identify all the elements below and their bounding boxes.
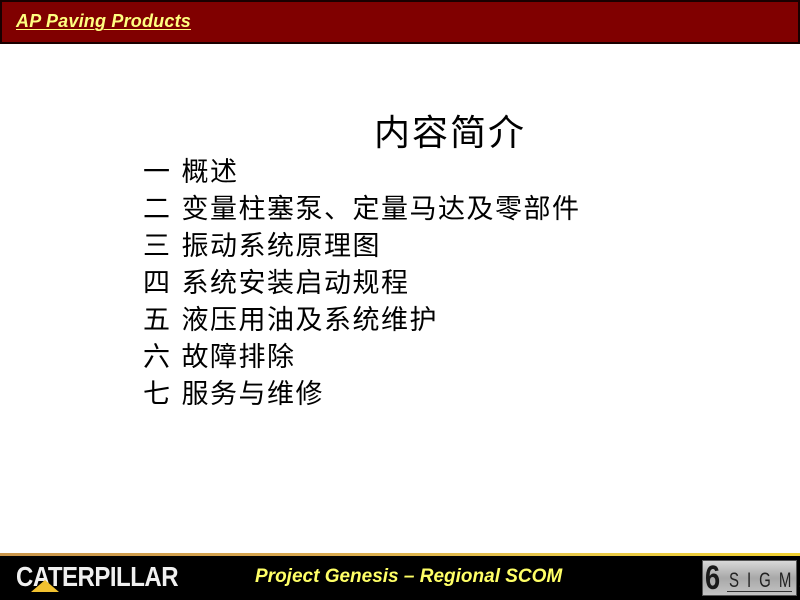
toc-item-label: 系统安装启动规程	[181, 268, 410, 299]
six-sigma-underline	[727, 591, 792, 592]
header-bar: AP Paving Products	[0, 0, 800, 44]
toc-item: 三振动系统原理图	[143, 228, 581, 265]
toc-item: 五液压用油及系统维护	[143, 302, 581, 339]
toc-item: 四系统安装启动规程	[143, 265, 581, 302]
six-sigma-logo: 6 SIGMA	[702, 559, 800, 597]
toc-item-label: 振动系统原理图	[181, 231, 381, 262]
toc-item-number: 四	[143, 268, 172, 299]
toc-item-number: 二	[143, 194, 172, 225]
toc-item-number: 五	[143, 305, 172, 336]
toc-item: 二变量柱塞泵、定量马达及零部件	[143, 191, 581, 228]
table-of-contents: 一概述 二变量柱塞泵、定量马达及零部件 三振动系统原理图 四系统安装启动规程 五…	[143, 154, 581, 413]
toc-item-label: 概述	[181, 157, 239, 188]
slide: AP Paving Products 内容简介 一概述 二变量柱塞泵、定量马达及…	[0, 0, 800, 600]
six-sigma-logo-text: SIGMA	[729, 569, 800, 593]
toc-item-label: 变量柱塞泵、定量马达及零部件	[181, 194, 581, 225]
toc-item-number: 一	[143, 157, 172, 188]
toc-item: 七服务与维修	[143, 376, 581, 413]
toc-item-label: 服务与维修	[181, 379, 324, 410]
six-sigma-logo-number: 6	[705, 559, 721, 597]
toc-item-number: 七	[143, 379, 172, 410]
toc-item: 一概述	[143, 154, 581, 191]
toc-item-label: 故障排除	[181, 342, 296, 373]
header-title: AP Paving Products	[16, 11, 191, 31]
toc-item-label: 液压用油及系统维护	[181, 305, 438, 336]
toc-item: 六故障排除	[143, 339, 581, 376]
footer-project-title: Project Genesis – Regional SCOM	[255, 566, 563, 587]
toc-item-number: 六	[143, 342, 172, 373]
footer-bar: CATERPILLAR Project Genesis – Regional S…	[0, 556, 800, 600]
slide-title: 内容简介	[373, 113, 526, 154]
toc-item-number: 三	[143, 231, 172, 262]
caterpillar-triangle-icon	[31, 580, 59, 592]
